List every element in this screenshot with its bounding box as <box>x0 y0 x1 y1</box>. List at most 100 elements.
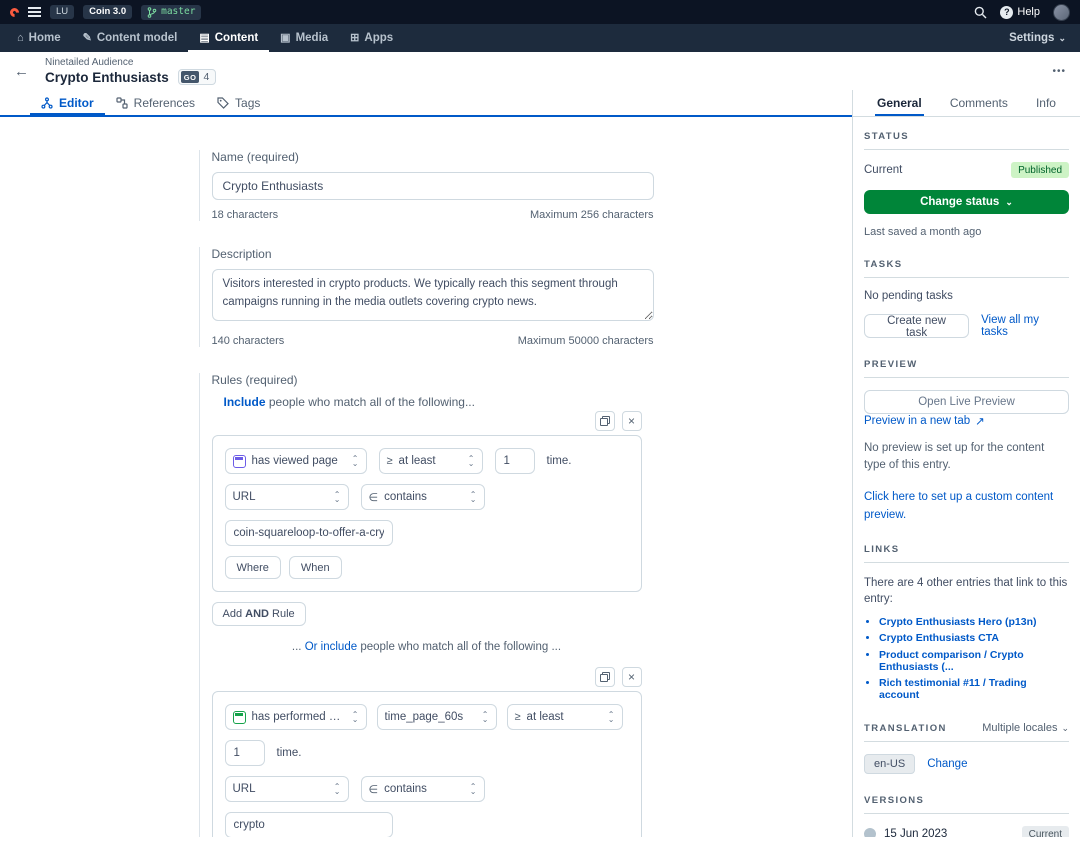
nav-apps[interactable]: ⊞ Apps <box>339 24 404 52</box>
tab-comments[interactable]: Comments <box>948 90 1010 116</box>
space-name[interactable]: Coin 3.0 <box>83 4 133 20</box>
include-rest: people who match all of the following... <box>265 395 475 409</box>
entry-sidebar: General Comments Info STATUS Current Pub… <box>852 90 1080 837</box>
description-textarea[interactable]: Visitors interested in crypto products. … <box>211 269 654 321</box>
tab-info[interactable]: Info <box>1034 90 1058 116</box>
name-char-max: Maximum 256 characters <box>530 209 654 221</box>
links-section: LINKS There are 4 other entries that lin… <box>864 544 1069 701</box>
tasks-empty-text: No pending tasks <box>864 290 953 302</box>
tab-editor-label: Editor <box>59 95 94 110</box>
delete-rule-button[interactable]: × <box>621 667 642 687</box>
preview-header: PREVIEW <box>864 359 918 370</box>
entry-fields: Name (required) 18 characters Maximum 25… <box>198 150 654 837</box>
nav-media[interactable]: ▣ Media <box>269 24 339 52</box>
qualifier-select[interactable]: ≥ at least <box>378 448 483 474</box>
event-type-select[interactable]: has performed eve... <box>224 704 367 730</box>
name-input[interactable] <box>211 172 654 200</box>
view-tasks-link[interactable]: View all my tasks <box>981 314 1069 338</box>
select-caret-icon <box>334 492 341 502</box>
tab-editor[interactable]: Editor <box>30 90 105 115</box>
locales-selector[interactable]: Multiple locales <box>982 722 1069 734</box>
tab-tags-label: Tags <box>235 95 261 110</box>
nav-content-model[interactable]: ✎ Content model <box>72 24 189 52</box>
name-field-counts: 18 characters Maximum 256 characters <box>212 209 654 221</box>
contentful-logo-icon[interactable] <box>8 5 21 19</box>
duplicate-rule-button[interactable] <box>594 411 615 431</box>
match-value-input[interactable] <box>224 520 393 546</box>
chevron-down-icon <box>1061 722 1069 734</box>
linked-entry-link[interactable]: Product comparison / Crypto Enthusiasts … <box>879 649 1024 673</box>
select-caret-icon <box>482 712 489 722</box>
linked-entry-link[interactable]: Rich testimonial #11 / Trading account <box>879 677 1027 701</box>
time-suffix: time. <box>546 455 572 467</box>
hamburger-menu-icon[interactable] <box>28 7 41 17</box>
entry-fields-scroll[interactable]: Name (required) 18 characters Maximum 25… <box>0 117 852 837</box>
field-select[interactable]: URL <box>224 776 349 802</box>
gte-icon: ≥ <box>386 455 393 467</box>
linked-entry-link[interactable]: Crypto Enthusiasts Hero (p13n) <box>879 616 1037 628</box>
duplicate-rule-button[interactable] <box>594 667 615 687</box>
entry-actions-menu-icon[interactable]: ••• <box>1052 66 1066 77</box>
description-char-max: Maximum 50000 characters <box>517 335 654 347</box>
event-type-value: has performed eve... <box>251 711 346 723</box>
list-item: Rich testimonial #11 / Trading account <box>879 677 1069 701</box>
nav-content[interactable]: ▤ Content <box>188 24 269 52</box>
version-radio[interactable] <box>864 828 876 837</box>
add-and-rule-button[interactable]: Add AND Rule <box>211 602 306 626</box>
event-type-select[interactable]: has viewed page <box>224 448 367 474</box>
branch-name: master <box>161 5 196 17</box>
change-locale-link[interactable]: Change <box>927 758 967 770</box>
home-icon: ⌂ <box>17 31 24 44</box>
preview-new-tab-link[interactable]: Preview in a new tab <box>864 415 970 427</box>
where-button[interactable]: Where <box>224 556 281 579</box>
last-saved-text: Last saved a month ago <box>864 226 982 238</box>
tasks-section: TASKS No pending tasks Create new task V… <box>864 259 1069 339</box>
nav-settings[interactable]: Settings <box>1001 24 1074 52</box>
list-item: Product comparison / Crypto Enthusiasts … <box>879 649 1069 673</box>
tab-references[interactable]: References <box>105 90 206 115</box>
or-pre: ... <box>291 641 305 653</box>
open-live-preview-button[interactable]: Open Live Preview <box>864 390 1069 414</box>
operator-select[interactable]: ∈ contains <box>360 776 485 802</box>
field-name: Name (required) 18 characters Maximum 25… <box>198 150 654 221</box>
help-button[interactable]: ? Help <box>1000 5 1040 19</box>
tab-tags[interactable]: Tags <box>206 90 271 115</box>
org-badge[interactable]: LU <box>50 4 75 20</box>
create-task-button[interactable]: Create new task <box>864 314 970 339</box>
nav-media-label: Media <box>295 32 329 44</box>
branch-selector[interactable]: master <box>141 4 202 20</box>
search-icon[interactable] <box>974 6 987 19</box>
status-section: STATUS Current Published Change status L… <box>864 131 1069 238</box>
qualifier-select[interactable]: ≥ at least <box>506 704 623 730</box>
linked-entry-link[interactable]: Crypto Enthusiasts CTA <box>879 632 999 644</box>
count-input[interactable] <box>494 448 535 474</box>
apps-icon: ⊞ <box>350 31 360 44</box>
back-button[interactable]: ← <box>14 64 29 79</box>
count-input[interactable] <box>224 740 265 766</box>
match-value-input[interactable] <box>224 812 393 837</box>
or-rest: people who match all of the following ..… <box>357 641 562 653</box>
entry-badge[interactable]: GO 4 <box>177 69 217 85</box>
nav-apps-label: Apps <box>364 32 394 44</box>
nav-home[interactable]: ⌂ Home <box>6 24 72 52</box>
tag-icon <box>217 96 229 109</box>
rule-card-1-tools: × <box>212 411 642 431</box>
no-preview-text: No preview is set up for the content typ… <box>864 442 1045 472</box>
copy-icon <box>599 672 610 682</box>
rules-field-label: Rules (required) <box>211 373 298 387</box>
delete-rule-button[interactable]: × <box>621 411 642 431</box>
event-performed-icon <box>232 710 246 724</box>
event-name-select[interactable]: time_page_60s <box>376 704 497 730</box>
change-status-button[interactable]: Change status <box>864 190 1069 214</box>
page-view-icon <box>232 454 246 468</box>
when-button[interactable]: When <box>288 556 342 579</box>
copy-icon <box>599 416 610 426</box>
locale-chip[interactable]: en-US <box>864 754 916 775</box>
field-select[interactable]: URL <box>224 484 349 510</box>
name-char-count: 18 characters <box>211 209 279 221</box>
or-include-separator: ... Or include people who match all of t… <box>212 641 642 653</box>
avatar[interactable] <box>1053 3 1070 21</box>
tab-general[interactable]: General <box>875 90 924 116</box>
setup-preview-link[interactable]: Click here to set up a custom content pr… <box>864 491 1053 521</box>
operator-select[interactable]: ∈ contains <box>360 484 485 510</box>
